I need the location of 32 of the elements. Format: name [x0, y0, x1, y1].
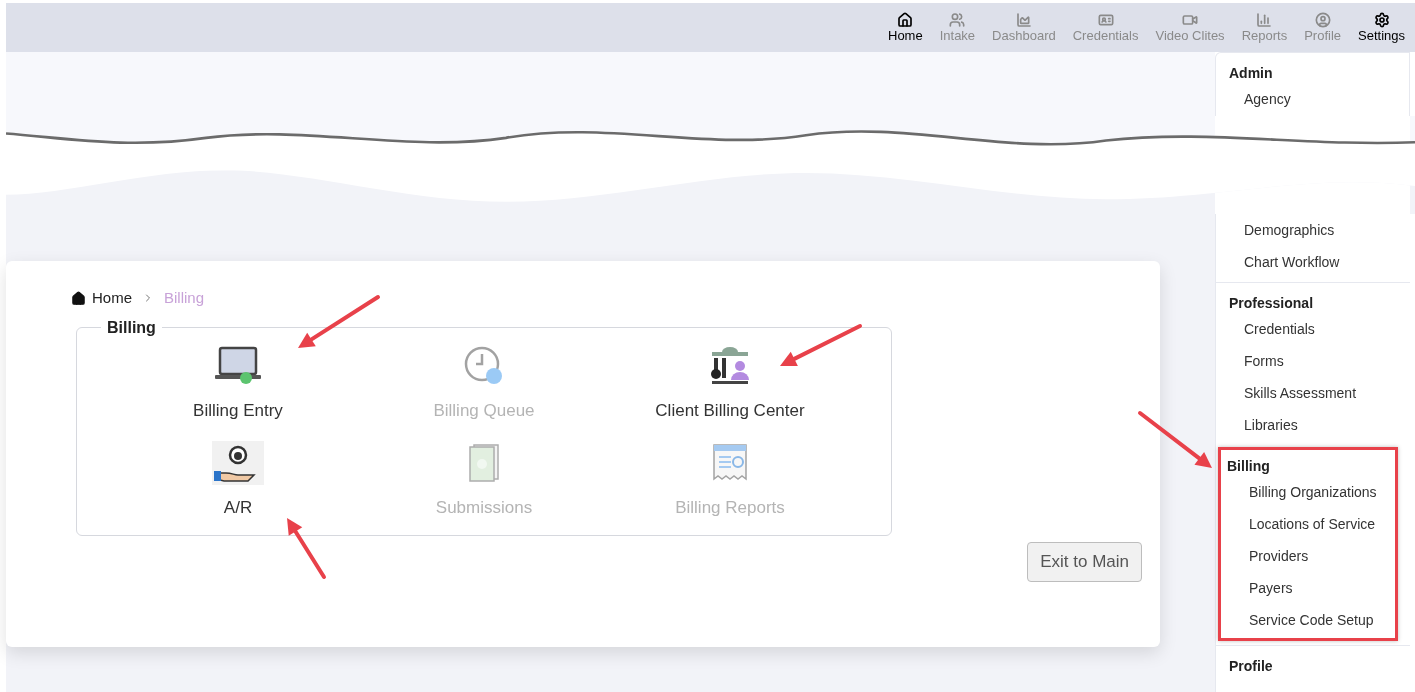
exit-to-main-button[interactable]: Exit to Main: [1027, 541, 1142, 582]
home-icon: [897, 11, 914, 28]
menu-item[interactable]: Payers: [1221, 572, 1395, 604]
group-title: Billing: [106, 317, 157, 338]
billing-tile[interactable]: Client Billing Center: [607, 343, 853, 423]
settings-icon: [1373, 11, 1390, 28]
menu-item[interactable]: Service Code Setup: [1221, 604, 1395, 636]
nav-item[interactable]: Settings: [1358, 11, 1405, 44]
menu-item[interactable]: Libraries: [1216, 409, 1410, 441]
menu-item[interactable]: Chart Workflow: [1216, 246, 1410, 278]
menu-item[interactable]: Forms: [1216, 345, 1410, 377]
bar-chart-icon: [1256, 11, 1273, 28]
menu-section-heading: Admin: [1228, 64, 1274, 83]
menu-section-heading: Profile: [1228, 657, 1274, 676]
user-icon: [1314, 11, 1331, 28]
menu-item[interactable]: Demographics: [1216, 214, 1410, 246]
menu-item[interactable]: Locations of Service: [1221, 508, 1395, 540]
nav-item[interactable]: Home: [888, 11, 923, 44]
home-icon: [71, 290, 86, 306]
hand-coin-icon: [212, 441, 264, 485]
area-chart-icon: [1015, 11, 1032, 28]
billing-tile[interactable]: Billing Entry: [115, 343, 361, 423]
menu-section-heading: Billing: [1226, 457, 1271, 476]
billing-tile[interactable]: A/R: [115, 441, 361, 521]
menu-item[interactable]: Skills Assessment: [1216, 377, 1410, 409]
menu-item[interactable]: Credentials: [1216, 313, 1410, 345]
menu-section-heading: Professional: [1228, 294, 1315, 313]
breadcrumb-link[interactable]: Home: [92, 287, 132, 310]
menu-item[interactable]: Agency: [1216, 83, 1409, 115]
people-icon: [949, 11, 966, 28]
menu-item[interactable]: Billing Organizations: [1221, 476, 1395, 508]
menu-item[interactable]: Providers: [1221, 540, 1395, 572]
